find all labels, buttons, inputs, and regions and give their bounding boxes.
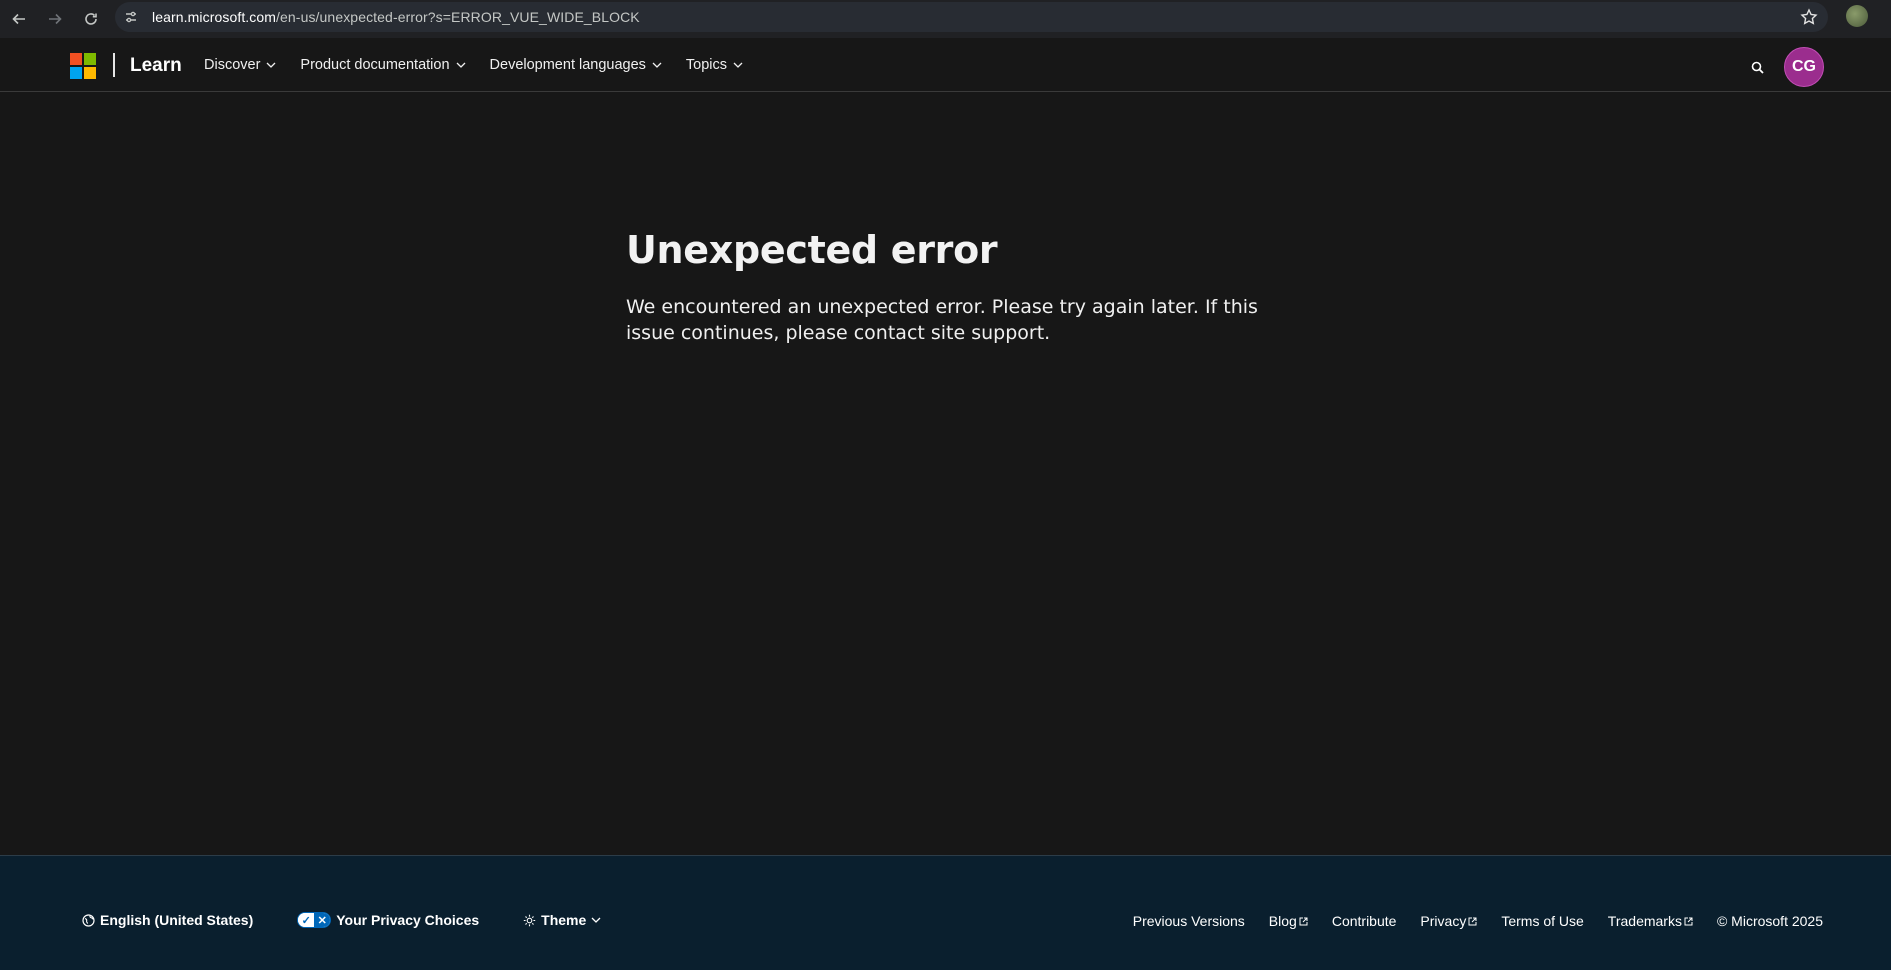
error-message: We encountered an unexpected error. Plea… [626, 296, 1258, 344]
microsoft-logo-icon[interactable] [70, 53, 96, 79]
url-host: learn.microsoft.com [152, 9, 277, 25]
main-nav: Discover Product documentation Developme… [204, 57, 743, 73]
nav-item-label: Development languages [489, 57, 646, 73]
footer-left: English (United States) ✓ ✕ Your Privacy … [82, 912, 601, 928]
footer-links: Previous Versions Blog Contribute Privac… [1133, 913, 1823, 929]
footer-link-previous-versions[interactable]: Previous Versions [1133, 913, 1245, 929]
url-text: learn.microsoft.com/en-us/unexpected-err… [152, 9, 640, 25]
error-content: Unexpected error We encountered an unexp… [626, 228, 1306, 346]
sun-icon [523, 914, 536, 926]
footer-link-contribute[interactable]: Contribute [1332, 913, 1397, 929]
profile-icon[interactable] [1846, 5, 1868, 27]
privacy-choices-link[interactable]: ✓ ✕ Your Privacy Choices [297, 912, 479, 928]
language-label: English (United States) [100, 912, 254, 928]
globe-icon [82, 913, 95, 927]
footer-link-label: Privacy [1420, 913, 1467, 929]
logo-divider [113, 53, 115, 77]
theme-label: Theme [541, 912, 587, 928]
nav-item-label: Topics [685, 57, 728, 73]
chevron-down-icon [733, 62, 743, 68]
copyright-text: © Microsoft 2025 [1716, 913, 1823, 929]
user-avatar[interactable]: CG [1784, 47, 1824, 87]
bookmark-star-icon[interactable] [1800, 8, 1818, 26]
chevron-down-icon [266, 62, 276, 68]
privacy-choices-label: Your Privacy Choices [336, 912, 480, 928]
nav-item-label: Discover [204, 57, 261, 73]
site-info-icon[interactable] [118, 4, 144, 30]
url-path: /en-us/unexpected-error?s=ERROR_VUE_WIDE… [276, 9, 640, 25]
footer-link-terms-of-use[interactable]: Terms of Use [1501, 913, 1583, 929]
site-footer: English (United States) ✓ ✕ Your Privacy … [0, 855, 1891, 970]
external-link-icon [1684, 917, 1693, 925]
nav-item-discover[interactable]: Discover [204, 57, 276, 73]
address-bar[interactable]: learn.microsoft.com/en-us/unexpected-err… [115, 2, 1828, 32]
back-icon[interactable] [8, 8, 30, 30]
footer-link-trademarks[interactable]: Trademarks [1608, 913, 1693, 929]
footer-link-blog[interactable]: Blog [1269, 913, 1308, 929]
copyright: © Microsoft 2025 [1717, 913, 1823, 929]
reload-icon[interactable] [80, 8, 102, 30]
privacy-toggle-icon: ✓ ✕ [297, 912, 332, 928]
theme-selector[interactable]: Theme [523, 912, 601, 928]
learn-brand[interactable]: Learn [130, 55, 182, 77]
nav-item-product-documentation[interactable]: Product documentation [300, 57, 465, 73]
page-title: Unexpected error [626, 228, 998, 272]
chevron-down-icon [456, 62, 465, 68]
browser-toolbar: learn.microsoft.com/en-us/unexpected-err… [0, 0, 1891, 38]
search-icon[interactable] [1747, 57, 1767, 77]
footer-link-label: Blog [1268, 913, 1297, 929]
language-selector[interactable]: English (United States) [82, 912, 253, 928]
external-link-icon [1299, 917, 1308, 925]
nav-item-development-languages[interactable]: Development languages [490, 57, 662, 73]
external-link-icon [1468, 917, 1477, 925]
footer-link-label: Trademarks [1607, 913, 1682, 929]
footer-link-privacy[interactable]: Privacy [1420, 913, 1477, 929]
chevron-down-icon [652, 62, 662, 68]
footer-link-label: Previous Versions [1132, 913, 1245, 929]
chevron-down-icon [591, 917, 601, 923]
nav-item-topics[interactable]: Topics [686, 57, 743, 73]
footer-link-label: Contribute [1331, 913, 1397, 929]
forward-icon[interactable] [44, 8, 66, 30]
footer-link-label: Terms of Use [1501, 913, 1584, 929]
nav-item-label: Product documentation [300, 57, 450, 73]
